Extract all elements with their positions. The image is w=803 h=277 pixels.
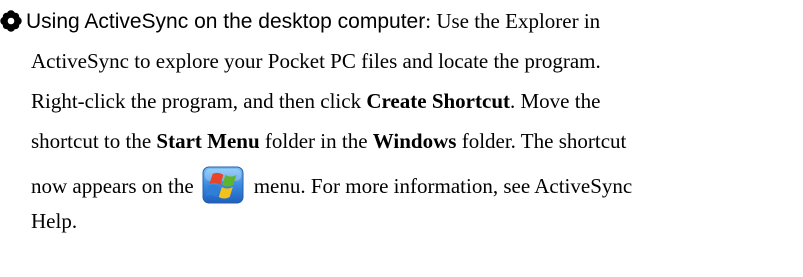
flower-bullet-icon xyxy=(0,10,22,32)
line4-text-c: folder in the xyxy=(259,129,373,153)
create-shortcut-term: Create Shortcut xyxy=(366,89,510,113)
windows-term: Windows xyxy=(372,129,457,153)
line4-text-e: folder. The shortcut xyxy=(456,129,627,153)
body-line-3: Right-click the program, and then click … xyxy=(31,86,600,116)
line3-text-a: Right-click the program, and then click xyxy=(31,89,367,113)
line5-text-a: now appears on the xyxy=(31,174,194,198)
body-line-4: shortcut to the Start Menu folder in the… xyxy=(31,126,626,156)
section-heading: Using ActiveSync on the desktop computer xyxy=(26,10,426,33)
line3-text-c: . Move the xyxy=(510,89,601,113)
line4-text-a: shortcut to the xyxy=(31,129,157,153)
line1-text: Use the Explorer in xyxy=(431,9,601,33)
windows-start-flag-icon xyxy=(202,166,244,204)
line5-text-b: menu. For more information, see ActiveSy… xyxy=(253,174,633,198)
body-line-2: ActiveSync to explore your Pocket PC fil… xyxy=(31,49,601,73)
start-menu-term: Start Menu xyxy=(156,129,260,153)
body-line-6: Help. xyxy=(31,209,78,233)
heading-line: Using ActiveSync on the desktop computer… xyxy=(0,6,600,37)
body-line-5: now appears on the menu. For more inform… xyxy=(31,166,632,204)
